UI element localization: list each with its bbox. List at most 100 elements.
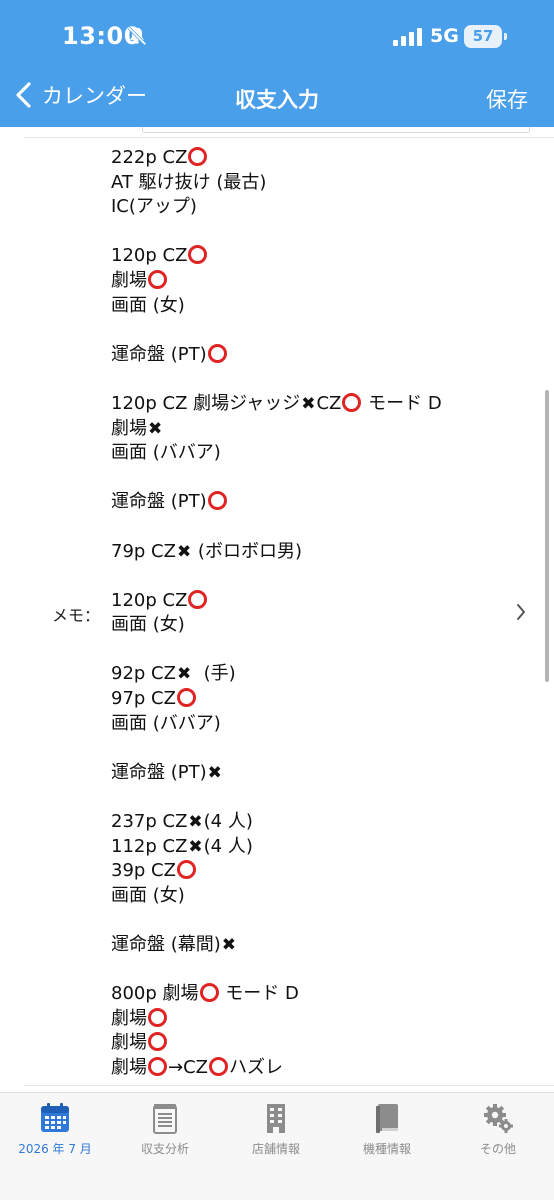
- circle-mark-icon: [188, 147, 208, 166]
- memo-line: 劇場: [111, 1007, 511, 1032]
- memo-line: 120p CZ: [111, 244, 511, 269]
- divider: [24, 137, 554, 138]
- memo-line: 79p CZ✖ (ボロボロ男): [111, 540, 511, 565]
- memo-text-segment: モード D: [219, 983, 299, 1005]
- tab-machines[interactable]: 機種情報: [332, 1093, 442, 1163]
- memo-text-segment: 112p CZ: [111, 835, 188, 857]
- app-header: 13:00 5G 57 カレンダー 収支入力 保存: [0, 0, 554, 127]
- memo-text-segment: 劇場: [111, 417, 147, 439]
- scrollbar[interactable]: [545, 390, 549, 682]
- cross-mark-icon: ✖: [176, 664, 192, 685]
- tab-label: その他: [479, 1142, 516, 1156]
- memo-text-segment: 79p CZ: [111, 540, 176, 562]
- back-label: カレンダー: [42, 84, 147, 108]
- memo-line: 39p CZ: [111, 859, 511, 884]
- memo-text-segment: CZ: [316, 392, 342, 414]
- circle-mark-icon: [208, 1056, 228, 1076]
- bell-slash-icon: [127, 26, 147, 46]
- cross-mark-icon: ✖: [188, 812, 203, 833]
- memo-text-segment: (ボロボロ男): [192, 540, 302, 562]
- tab-label: 収支分析: [140, 1142, 189, 1156]
- memo-text-segment: 運命盤 (幕間): [111, 934, 221, 955]
- cross-mark-icon: ✖: [221, 935, 237, 955]
- circle-mark-icon: [199, 983, 219, 1003]
- memo-line: 92p CZ✖ (手): [111, 662, 511, 687]
- memo-text-segment: →CZ: [168, 1056, 208, 1078]
- memo-line: IC(アップ): [111, 195, 511, 220]
- notepad-icon: [153, 1104, 177, 1134]
- network-type: 5G: [430, 25, 459, 47]
- memo-line: 画面 (女): [111, 294, 511, 319]
- book-icon: [376, 1104, 398, 1133]
- tab-label: 機種情報: [362, 1142, 411, 1156]
- memo-blank-line: [111, 318, 511, 343]
- memo-text-segment: 画面 (ババア): [111, 712, 221, 734]
- circle-mark-icon: [148, 1056, 167, 1076]
- memo-line: 劇場: [111, 1031, 511, 1056]
- memo-text-segment: (4 人): [203, 835, 253, 857]
- form-content: メモ： 222p CZ AT 駆け抜け (最古) IC(アップ) 120p CZ 劇場画…: [0, 127, 554, 1092]
- memo-text-segment: 92p CZ: [111, 663, 176, 685]
- gears-icon: [484, 1104, 513, 1133]
- memo-text-segment: 画面 (女): [111, 884, 185, 906]
- memo-line: 運命盤 (幕間)✖: [111, 933, 511, 958]
- circle-mark-icon: [148, 1007, 167, 1027]
- memo-line: AT 駆け抜け (最古): [111, 171, 511, 196]
- memo-text-segment: 劇場: [111, 1056, 147, 1078]
- memo-text-segment: 劇場: [111, 1032, 147, 1054]
- back-button[interactable]: カレンダー: [14, 80, 147, 110]
- tab-calendar[interactable]: 2026 年 7 月: [0, 1093, 110, 1163]
- memo-blank-line: [111, 220, 511, 245]
- previous-input-field[interactable]: [142, 127, 530, 133]
- memo-line: 120p CZ: [111, 589, 511, 614]
- memo-text-segment: 800p 劇場: [111, 983, 199, 1005]
- tab-label: 2026 年 7 月: [18, 1142, 92, 1156]
- calendar-icon: [41, 1103, 69, 1132]
- memo-text-segment: モード D: [362, 392, 442, 414]
- memo-line: 800p 劇場 モード D: [111, 982, 511, 1007]
- battery-level: 57: [464, 25, 502, 48]
- tab-label: 店舗情報: [251, 1142, 300, 1156]
- memo-text-segment: AT 駆け抜け (最古): [111, 171, 267, 193]
- cross-mark-icon: ✖: [188, 836, 203, 857]
- memo-blank-line: [111, 736, 511, 761]
- memo-text-segment: 237p CZ: [111, 811, 188, 833]
- cross-mark-icon: ✖: [207, 762, 222, 783]
- circle-mark-icon: [176, 860, 196, 880]
- memo-field[interactable]: 222p CZ AT 駆け抜け (最古) IC(アップ) 120p CZ 劇場 画面 (女…: [111, 146, 511, 1081]
- circle-mark-icon: [188, 245, 208, 265]
- memo-line: 237p CZ✖(4 人): [111, 810, 511, 835]
- circle-mark-icon: [207, 343, 227, 363]
- circle-mark-icon: [176, 688, 196, 708]
- circle-mark-icon: [207, 491, 227, 511]
- chevron-right-icon[interactable]: [515, 602, 527, 622]
- tab-analysis[interactable]: 収支分析: [110, 1093, 220, 1163]
- memo-line: 97p CZ: [111, 687, 511, 712]
- memo-line: 画面 (ババア): [111, 441, 511, 466]
- cross-mark-icon: ✖: [301, 393, 316, 414]
- cross-mark-icon: ✖: [176, 541, 192, 562]
- tab-other[interactable]: その他: [443, 1093, 553, 1163]
- memo-line: 運命盤 (PT): [111, 490, 511, 515]
- memo-line: 劇場: [111, 269, 511, 294]
- circle-mark-icon: [148, 1032, 167, 1052]
- memo-blank-line: [111, 908, 511, 933]
- memo-text-segment: 120p CZ: [111, 589, 188, 611]
- memo-line: 運命盤 (PT): [111, 343, 511, 368]
- memo-label: メモ：: [52, 606, 101, 625]
- memo-text-segment: 運命盤 (PT): [111, 343, 207, 365]
- memo-line: 222p CZ: [111, 146, 511, 171]
- memo-line: 112p CZ✖(4 人): [111, 835, 511, 860]
- memo-text-segment: (4 人): [203, 811, 253, 833]
- circle-mark-icon: [188, 589, 208, 609]
- save-button[interactable]: 保存: [486, 84, 528, 114]
- cross-mark-icon: ✖: [148, 418, 163, 439]
- memo-blank-line: [111, 515, 511, 540]
- memo-text-segment: 97p CZ: [111, 688, 176, 710]
- memo-text-segment: 画面 (女): [111, 294, 185, 316]
- divider: [24, 1085, 554, 1086]
- status-bar: 13:00 5G 57: [0, 0, 554, 70]
- memo-line: 120p CZ 劇場ジャッジ✖CZ モード D: [111, 392, 511, 417]
- battery-icon: 57: [464, 25, 508, 48]
- tab-stores[interactable]: 店舗情報: [221, 1093, 331, 1163]
